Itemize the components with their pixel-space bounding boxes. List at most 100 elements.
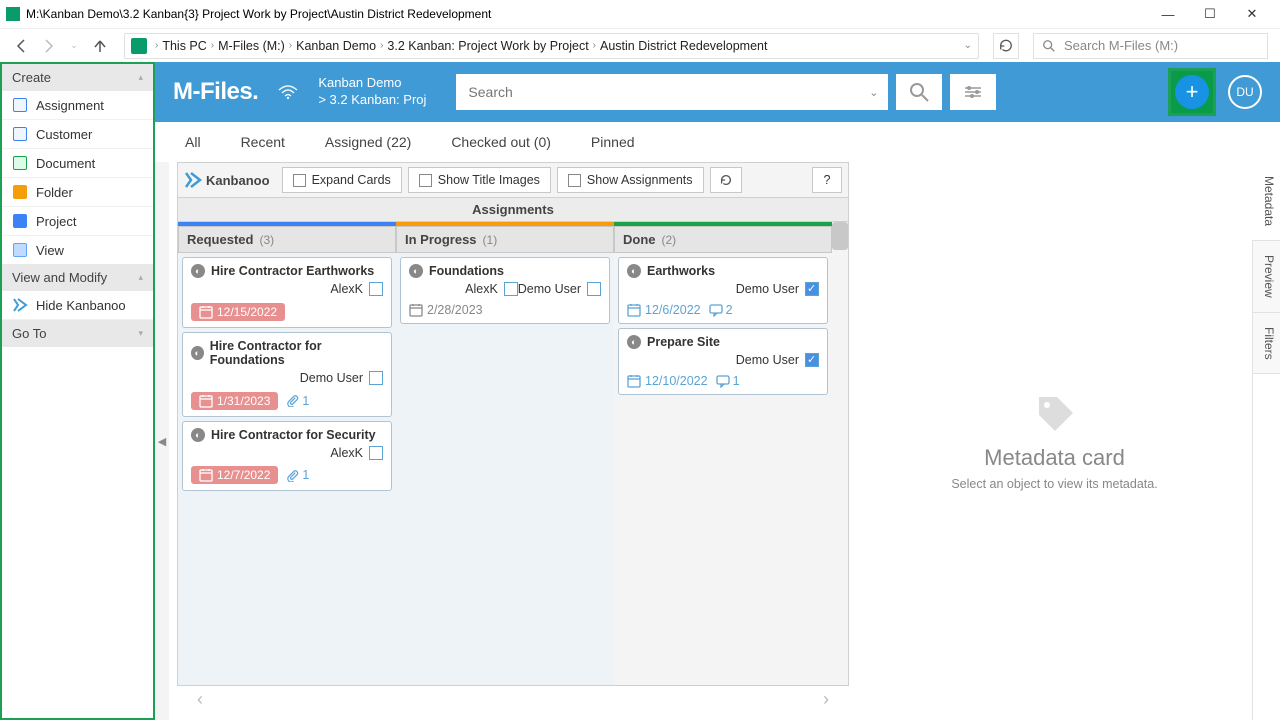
search-input[interactable]: [456, 74, 859, 110]
user-avatar[interactable]: DU: [1228, 75, 1262, 109]
sidebar-item-label: Hide Kanbanoo: [36, 298, 126, 313]
chevron-down-icon[interactable]: ⌄: [859, 86, 888, 99]
sidebar-create-header[interactable]: Create ▴: [2, 64, 153, 91]
search-button[interactable]: [896, 74, 942, 110]
column-body[interactable]: ◐Earthworks Demo User 12/6/2022 2 ◐Prepa…: [614, 253, 832, 685]
forward-button[interactable]: [38, 36, 58, 56]
sidebar-item-view[interactable]: View: [2, 236, 153, 264]
explorer-search[interactable]: Search M-Files (M:): [1033, 33, 1268, 59]
sidebar-item-hide-kanbanoo[interactable]: Hide Kanbanoo: [2, 291, 153, 320]
show-assignments-button[interactable]: Show Assignments: [557, 167, 704, 193]
column-header[interactable]: In Progress(1): [396, 226, 614, 253]
refresh-button[interactable]: [993, 33, 1019, 59]
maximize-button[interactable]: ☐: [1198, 2, 1222, 26]
sidebar-item-label: Customer: [36, 127, 92, 142]
tab-bar: All Recent Assigned (22) Checked out (0)…: [155, 122, 1280, 162]
scroll-right-icon[interactable]: ›: [823, 689, 829, 710]
card-assignee: Demo User: [736, 351, 819, 370]
breadcrumb-item[interactable]: Austin District Redevelopment: [600, 39, 767, 53]
checkbox-icon[interactable]: [369, 446, 383, 460]
breadcrumb-item[interactable]: 3.2 Kanban: Project Work by Project: [387, 39, 588, 53]
checkbox-icon[interactable]: [369, 282, 383, 296]
card-assignee: AlexK: [465, 280, 518, 299]
search-icon: [908, 81, 930, 103]
button-label: Show Assignments: [587, 173, 693, 187]
due-date-overdue: 12/15/2022: [191, 303, 285, 321]
vertical-scrollbar[interactable]: [832, 222, 848, 685]
show-title-images-button[interactable]: Show Title Images: [408, 167, 551, 193]
card-title: Earthworks: [647, 264, 715, 278]
button-label: Show Title Images: [438, 173, 540, 187]
view-icon: [12, 242, 28, 258]
minimize-button[interactable]: —: [1156, 2, 1180, 26]
sidebar-item-project[interactable]: Project: [2, 207, 153, 236]
header-search-input[interactable]: ⌄: [456, 74, 888, 110]
column-body[interactable]: ◐Hire Contractor Earthworks AlexK 12/15/…: [178, 253, 396, 685]
sidebar-item-customer[interactable]: Customer: [2, 120, 153, 149]
card-type-icon: ◐: [191, 346, 204, 360]
checkbox-icon[interactable]: [504, 282, 518, 296]
kanban-card[interactable]: ◐Hire Contractor Earthworks AlexK 12/15/…: [182, 257, 392, 328]
refresh-kanban-button[interactable]: [710, 167, 742, 193]
goto-label: Go To: [12, 326, 46, 341]
side-tab-filters[interactable]: Filters: [1252, 313, 1280, 375]
kanban-card[interactable]: ◐Foundations AlexK Demo User 2/28/2023: [400, 257, 610, 324]
help-button[interactable]: ?: [812, 167, 842, 193]
horizontal-scrollbar[interactable]: ‹ ›: [177, 686, 849, 712]
breadcrumb-item[interactable]: M-Files (M:): [218, 39, 285, 53]
breadcrumb-item[interactable]: Kanban Demo: [296, 39, 376, 53]
attachments-count[interactable]: 1: [286, 394, 309, 408]
checkbox-icon[interactable]: [587, 282, 601, 296]
doc-icon: [12, 155, 28, 171]
search-options-button[interactable]: [950, 74, 996, 110]
sidebar-item-label: Project: [36, 214, 76, 229]
side-tabs: Metadata Preview Filters: [1252, 162, 1280, 720]
metadata-panel: Metadata card Select an object to view i…: [857, 162, 1252, 720]
kanban-card[interactable]: ◐Earthworks Demo User 12/6/2022 2: [618, 257, 828, 324]
header-path[interactable]: Kanban Demo > 3.2 Kanban: Proj: [318, 75, 426, 109]
collapse-left-button[interactable]: ◀: [155, 162, 169, 720]
chevron-down-icon[interactable]: ⌄: [964, 40, 972, 51]
sidebar-item-assignment[interactable]: Assignment: [2, 91, 153, 120]
breadcrumb-item[interactable]: This PC: [162, 39, 206, 53]
tab-all[interactable]: All: [185, 134, 201, 150]
search-placeholder: Search M-Files (M:): [1064, 38, 1178, 53]
card-title: Hire Contractor for Security: [211, 428, 376, 442]
search-icon: [1042, 39, 1056, 53]
attachments-count[interactable]: 1: [286, 468, 309, 482]
close-button[interactable]: ✕: [1240, 2, 1264, 26]
comments-count[interactable]: 2: [709, 303, 733, 317]
kanban-column-in-progress: In Progress(1) ◐Foundations AlexK Demo U…: [396, 222, 614, 685]
sidebar-goto-header[interactable]: Go To ▾: [2, 320, 153, 347]
breadcrumb[interactable]: › This PC › M-Files (M:) › Kanban Demo ›…: [124, 33, 979, 59]
tab-checked-out[interactable]: Checked out (0): [451, 134, 551, 150]
expand-cards-button[interactable]: Expand Cards: [282, 167, 402, 193]
comments-count[interactable]: 1: [716, 374, 740, 388]
scroll-left-icon[interactable]: ‹: [197, 689, 203, 710]
side-tab-preview[interactable]: Preview: [1252, 241, 1280, 313]
drive-icon: [131, 38, 147, 54]
recent-dropdown[interactable]: ⌄: [64, 36, 84, 56]
card-title: Hire Contractor Earthworks: [211, 264, 374, 278]
checkbox-icon[interactable]: [805, 282, 819, 296]
tab-assigned[interactable]: Assigned (22): [325, 134, 411, 150]
tab-recent[interactable]: Recent: [241, 134, 285, 150]
column-header[interactable]: Done(2): [614, 226, 832, 253]
checkbox-icon[interactable]: [805, 353, 819, 367]
kanban-card[interactable]: ◐Prepare Site Demo User 12/10/2022 1: [618, 328, 828, 395]
card-title: Hire Contractor for Foundations: [210, 339, 383, 367]
checkbox-icon[interactable]: [369, 371, 383, 385]
create-new-button[interactable]: +: [1168, 68, 1216, 116]
kanban-card[interactable]: ◐Hire Contractor for Security AlexK 12/7…: [182, 421, 392, 492]
sidebar-item-document[interactable]: Document: [2, 149, 153, 178]
sidebar-item-folder[interactable]: Folder: [2, 178, 153, 207]
back-button[interactable]: [12, 36, 32, 56]
kanbanoo-logo: Kanbanoo: [184, 171, 270, 189]
side-tab-metadata[interactable]: Metadata: [1252, 162, 1280, 241]
column-header[interactable]: Requested(3): [178, 226, 396, 253]
tab-pinned[interactable]: Pinned: [591, 134, 635, 150]
up-button[interactable]: [90, 36, 110, 56]
sidebar-view-modify-header[interactable]: View and Modify ▴: [2, 264, 153, 291]
column-body[interactable]: ◐Foundations AlexK Demo User 2/28/2023: [396, 253, 614, 685]
kanban-card[interactable]: ◐Hire Contractor for Foundations Demo Us…: [182, 332, 392, 417]
